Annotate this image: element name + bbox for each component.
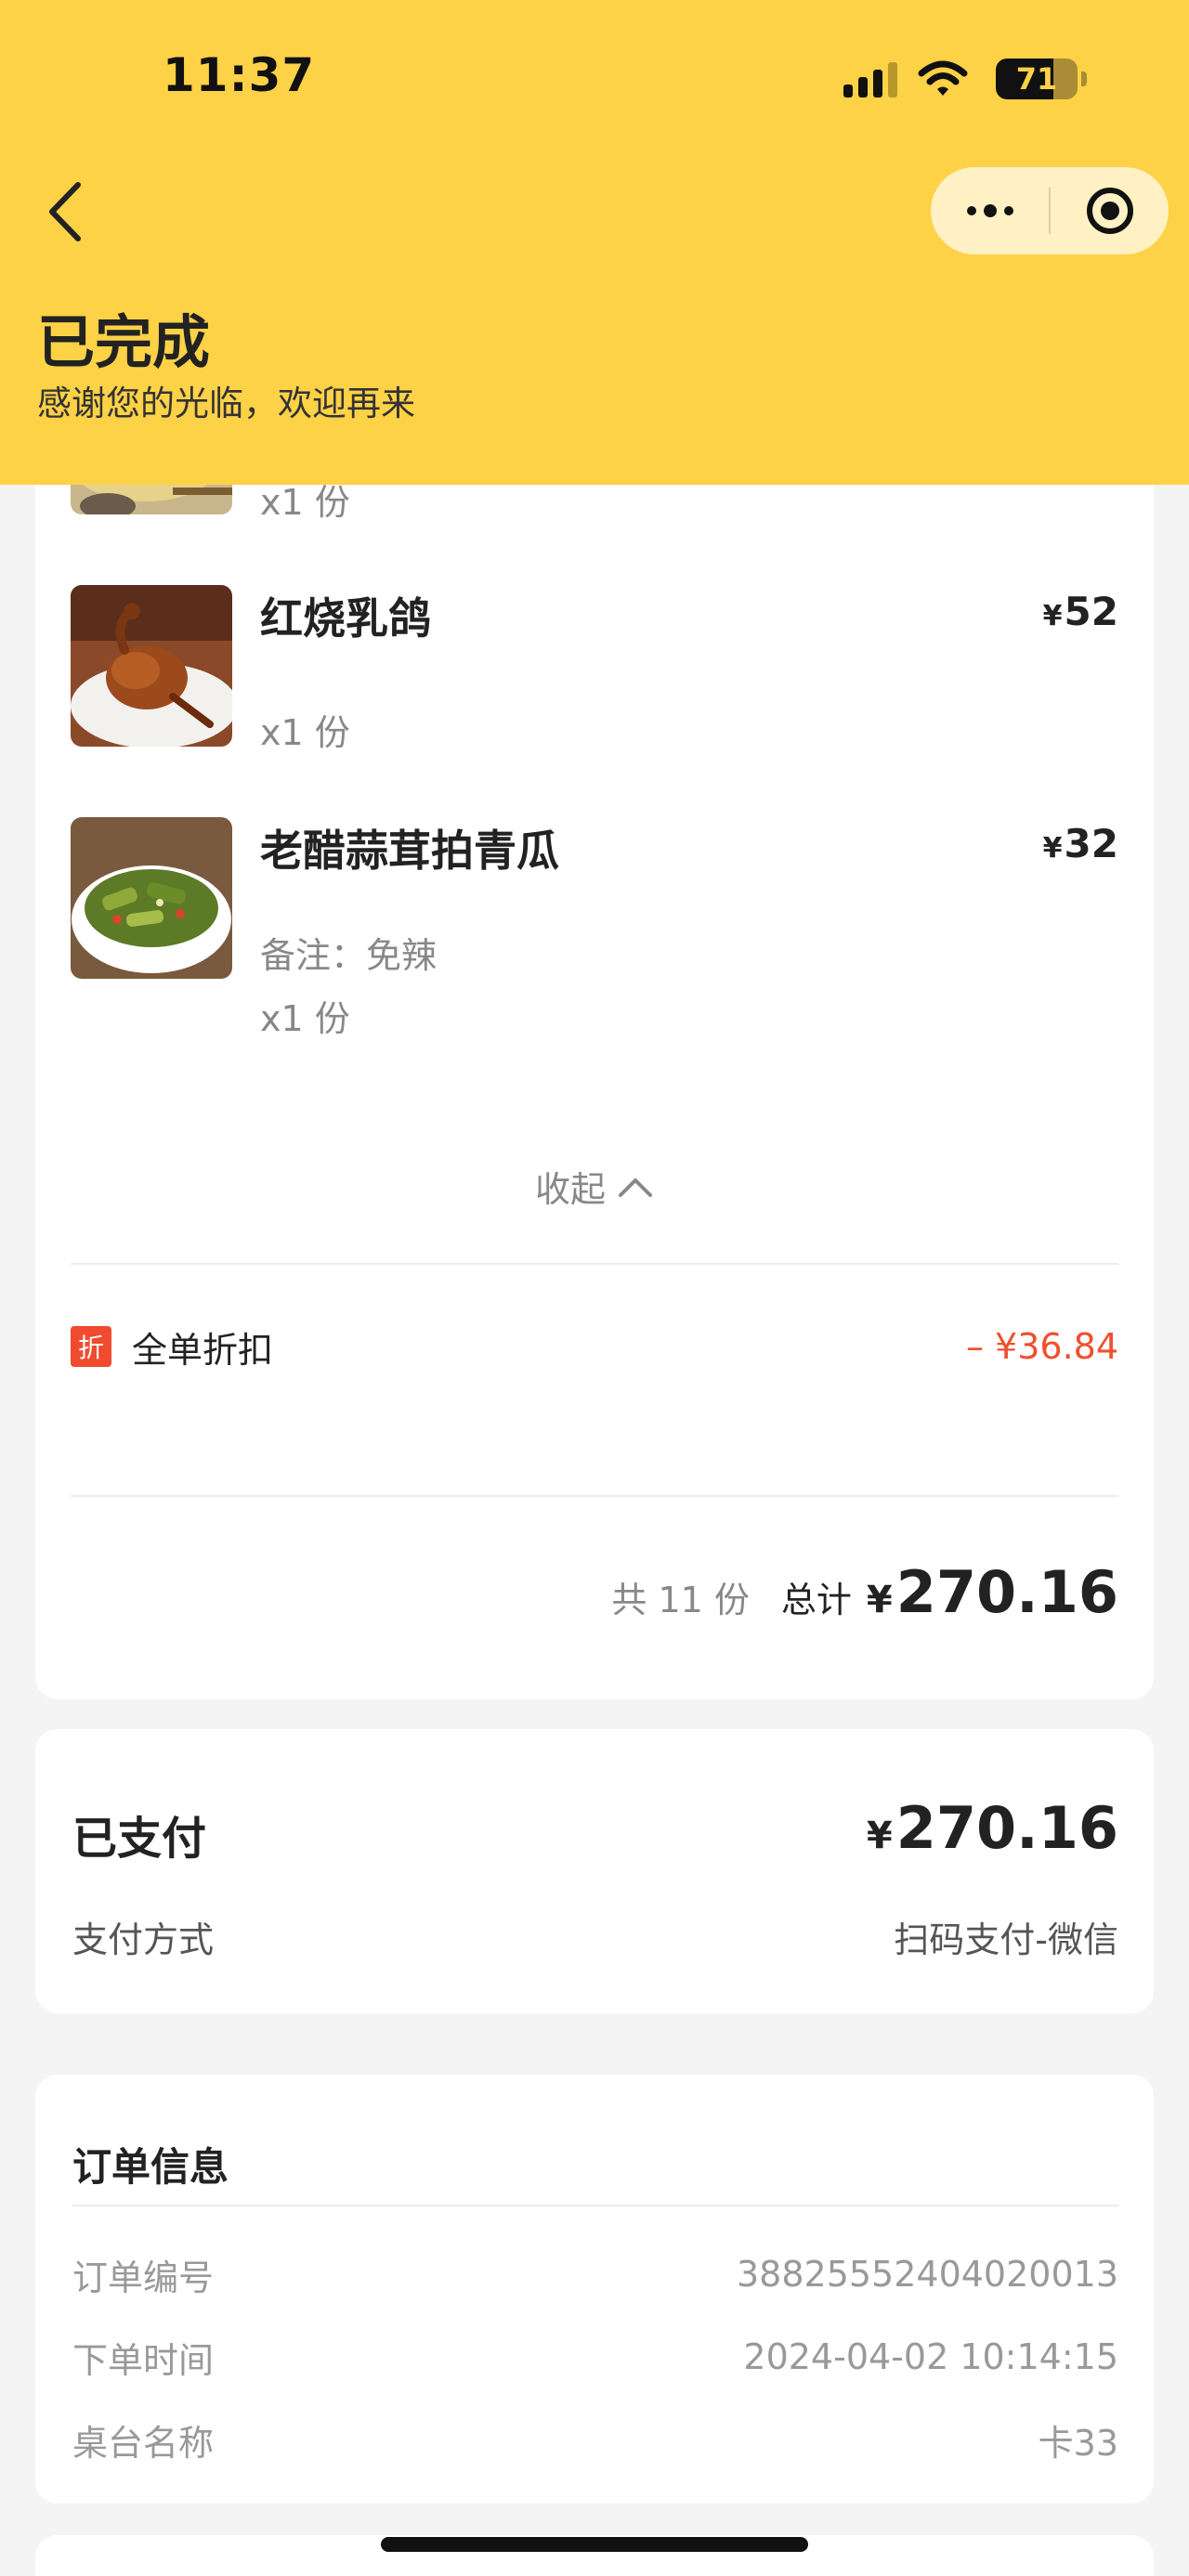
paid-amount: ¥ 270.16 (867, 1794, 1118, 1862)
wifi-icon (918, 60, 968, 96)
header-bar: 11:37 71 已完成 感谢您的光临，欢迎再来 (0, 0, 1189, 485)
currency-symbol: ¥ (866, 1815, 893, 1857)
payment-method-value: 扫码支付-微信 (894, 1919, 1118, 1960)
order-number-row: 订单编号 38825552404020013 (72, 2251, 1118, 2298)
home-indicator[interactable] (381, 2537, 808, 2552)
order-info-card: 订单信息 订单编号 38825552404020013 下单时间 2024-04… (35, 2075, 1154, 2504)
divider (71, 1495, 1118, 1497)
item-count: 共 11 份 (611, 1580, 750, 1620)
more-dots-icon (966, 204, 1013, 217)
dish-price: ¥52 (1042, 589, 1118, 634)
back-button[interactable] (37, 176, 93, 247)
order-time-label: 下单时间 (72, 2339, 215, 2381)
page-subtitle: 感谢您的光临，欢迎再来 (37, 384, 415, 423)
cellular-signal-icon (843, 60, 897, 98)
paid-amount-value: 270.16 (895, 1794, 1118, 1862)
status-icons: 71 (843, 56, 1087, 102)
list-item: 老醋蒜茸拍青瓜 ¥32 备注：免辣 x1 份 (71, 817, 1118, 1059)
paid-title: 已支付 (72, 1813, 207, 1865)
order-total: 共 11 份 总计 ¥ 270.16 (611, 1558, 1118, 1626)
list-item: 红烧乳鸽 ¥52 x1 份 (71, 585, 1118, 753)
payment-method-label: 支付方式 (72, 1919, 215, 1960)
order-time-row: 下单时间 2024-04-02 10:14:15 (72, 2334, 1118, 2381)
dish-price: ¥32 (1042, 821, 1118, 866)
item-quantity: x1 份 (260, 712, 350, 753)
collapse-button[interactable]: 收起 (35, 1161, 1154, 1212)
chevron-up-icon (619, 1177, 652, 1197)
table-name-row: 桌台名称 卡33 (72, 2416, 1118, 2464)
dish-name: 红烧乳鸽 (260, 593, 431, 644)
target-icon (1086, 188, 1133, 234)
order-time-value: 2024-04-02 10:14:15 (743, 2336, 1118, 2377)
total-amount: 270.16 (895, 1558, 1118, 1626)
divider (71, 1263, 1118, 1265)
discount-row: 折 全单折扣 – ¥36.84 (71, 1319, 1118, 1374)
divider (72, 2205, 1118, 2206)
currency-symbol: ¥ (866, 1579, 893, 1621)
discount-amount: – ¥36.84 (965, 1326, 1118, 1367)
order-number-value[interactable]: 38825552404020013 (737, 2254, 1118, 2295)
status-time: 11:37 (163, 48, 316, 102)
mini-program-capsule (931, 167, 1169, 254)
collapse-label: 收起 (534, 1169, 606, 1210)
dish-name: 老醋蒜茸拍青瓜 (260, 826, 559, 876)
order-items-card: x1 份 红烧乳鸽 ¥52 x1 份 老醋蒜茸拍青瓜 ¥32 备注：免辣 x1 … (35, 427, 1154, 1699)
battery-level: 71 (1015, 61, 1058, 97)
item-note: 备注：免辣 (260, 935, 438, 976)
page-title: 已完成 (37, 308, 211, 376)
battery-icon: 71 (996, 59, 1078, 99)
discount-tag: 折 (71, 1326, 111, 1367)
item-quantity: x1 份 (260, 998, 350, 1039)
table-name-label: 桌台名称 (72, 2422, 215, 2464)
order-number-label: 订单编号 (72, 2257, 215, 2298)
table-name-value: 卡33 (1038, 2422, 1118, 2464)
dish-image (71, 585, 232, 747)
chevron-left-icon (49, 182, 81, 241)
dish-image (71, 817, 232, 979)
payment-card: 已支付 ¥ 270.16 支付方式 扫码支付-微信 (35, 1729, 1154, 2013)
order-info-title: 订单信息 (72, 2144, 229, 2190)
close-miniprogram-button[interactable] (1051, 167, 1169, 254)
discount-label: 全单折扣 (132, 1329, 274, 1371)
more-button[interactable] (931, 167, 1049, 254)
total-label: 总计 (780, 1580, 852, 1620)
